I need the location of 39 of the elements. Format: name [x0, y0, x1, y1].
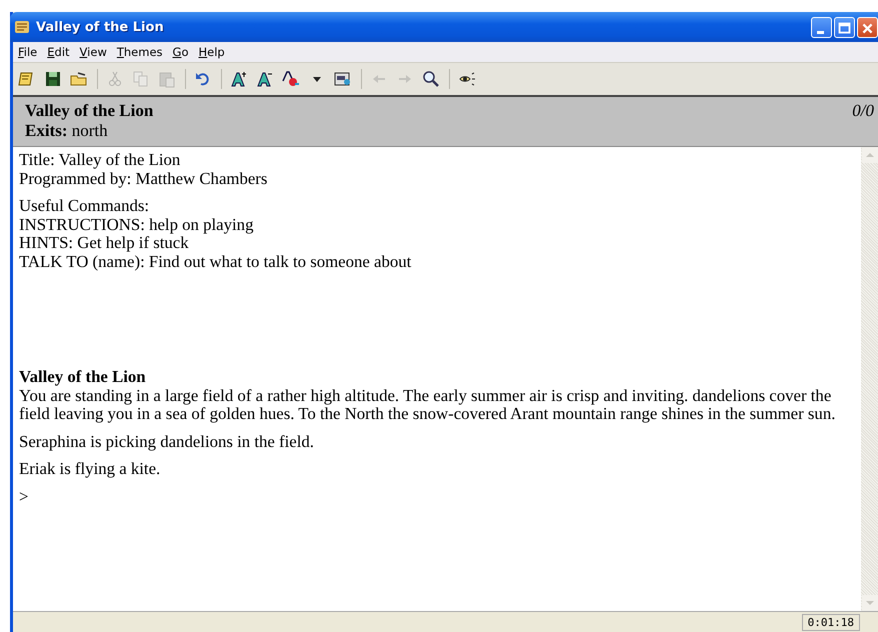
room-description: You are standing in a large field of a rather high altitude. The early summer air is crisp and inviting. dandelions cover the field leaving you in a sea of golden hues. To the North the snow-covered Arant mountain range shines in the summer sun. [19, 386, 836, 424]
search-icon [422, 70, 440, 88]
menu-item[interactable]: File [18, 45, 38, 59]
font-larger-icon [230, 70, 248, 88]
close-button[interactable] [857, 16, 878, 38]
menu-item[interactable]: Themes [116, 45, 163, 59]
transcript-paragraph: Eriak is flying a kite. [19, 460, 162, 478]
menu-item[interactable]: Edit [47, 45, 70, 59]
cut-icon [106, 70, 124, 88]
transcript-line: Useful Commands: [19, 197, 150, 216]
copy-icon [132, 70, 150, 88]
transcript-line: Title: Valley of the Lion [19, 151, 182, 170]
elapsed-time: 0:01:18 [802, 614, 860, 630]
app-icon [14, 19, 30, 35]
menu-item[interactable]: View [80, 45, 107, 59]
minimize-button[interactable] [811, 16, 832, 38]
dropdown-caret-icon [313, 77, 321, 82]
location-title: Valley of the Lion [25, 101, 154, 121]
menu-item[interactable]: Help [198, 45, 225, 59]
menu-item[interactable]: Go [172, 45, 188, 59]
properties-icon [334, 70, 352, 88]
minimize-icon [817, 30, 824, 34]
transcript-line: TALK TO (name): Find out what to talk to someone about [19, 252, 412, 271]
paste-icon [158, 70, 176, 88]
transcript-line: HINTS: Get help if stuck [19, 234, 190, 252]
open-folder-icon [70, 70, 88, 88]
room-title: Valley of the Lion [19, 368, 147, 386]
transcript-line: INSTRUCTIONS: help on playing [19, 216, 254, 234]
score: 0/0 [852, 101, 874, 122]
font-smaller-icon [256, 70, 274, 88]
maximize-button[interactable] [834, 16, 855, 38]
window-title: Valley of the Lion [36, 20, 164, 34]
exits-label: Exits: [25, 121, 68, 140]
save-icon [44, 70, 62, 88]
transcript-paragraph: Seraphina is picking dandelions in the field. [19, 432, 316, 451]
transcript-line: Programmed by: Matthew Chambers [19, 170, 268, 188]
font-color-icon [282, 70, 300, 88]
exits-value: north [72, 121, 108, 140]
command-prompt[interactable]: > [19, 486, 28, 506]
